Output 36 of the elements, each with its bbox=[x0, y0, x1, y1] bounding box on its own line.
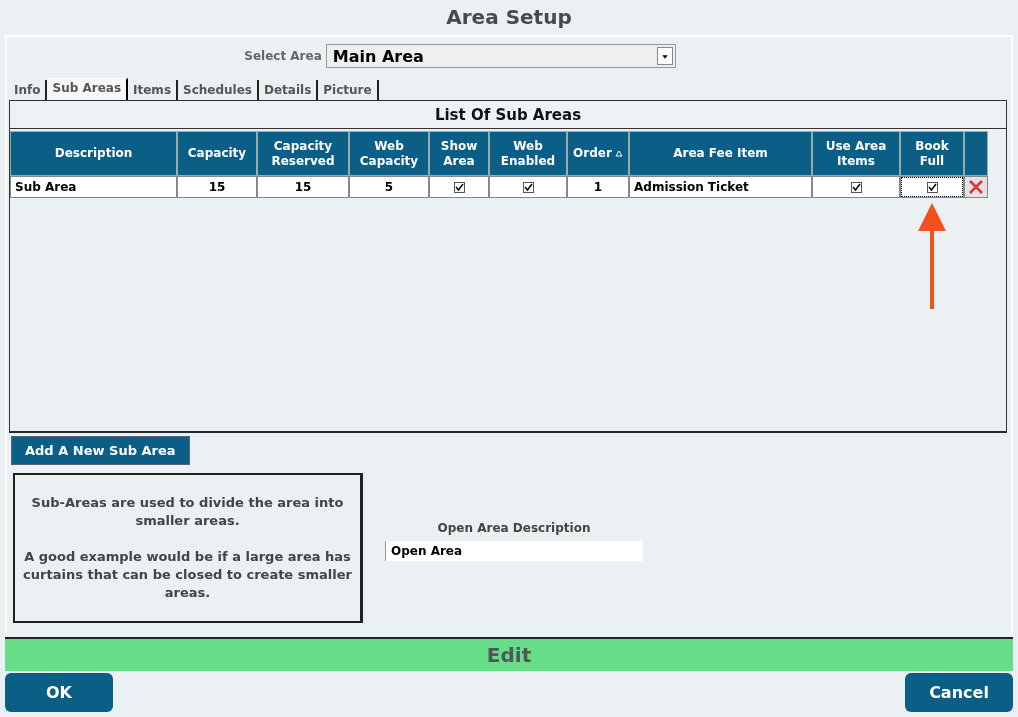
open-area-field[interactable]: Open Area bbox=[385, 541, 643, 561]
tab[interactable]: Sub Areas bbox=[47, 78, 129, 100]
column-header[interactable]: Order bbox=[567, 131, 629, 176]
checkbox[interactable] bbox=[522, 181, 534, 193]
table-cell: Admission Ticket bbox=[629, 176, 812, 198]
field-label: Open Area Description bbox=[437, 521, 591, 535]
column-header[interactable]: Capacity Reserved bbox=[257, 131, 349, 176]
table-cell: 1 bbox=[567, 176, 629, 198]
mode-bar: Edit bbox=[5, 637, 1013, 671]
close-icon bbox=[968, 179, 984, 195]
column-header[interactable]: Capacity bbox=[177, 131, 257, 176]
column-header[interactable]: Web Capacity bbox=[349, 131, 429, 176]
select-area-label: Select Area bbox=[244, 49, 322, 63]
table-cell: Sub Area bbox=[10, 176, 177, 198]
delete-button[interactable] bbox=[964, 176, 988, 198]
table-cell: 5 bbox=[349, 176, 429, 198]
cancel-button[interactable]: Cancel bbox=[905, 673, 1013, 712]
column-header[interactable]: Book Full bbox=[900, 131, 964, 176]
column-header[interactable]: Use Area Items bbox=[812, 131, 900, 176]
area-dropdown[interactable]: Main Area bbox=[325, 44, 676, 68]
help-text: Sub-Areas are used to divide the area into smaller areas. bbox=[30, 494, 345, 530]
ok-button[interactable]: OK bbox=[5, 673, 113, 712]
checkbox[interactable] bbox=[926, 181, 938, 193]
caret-icon bbox=[656, 47, 673, 65]
column-header bbox=[964, 131, 988, 176]
window-title: Area Setup bbox=[445, 4, 573, 31]
column-header[interactable]: Show Area bbox=[429, 131, 489, 176]
column-header[interactable]: Description bbox=[10, 131, 177, 176]
column-header[interactable]: Web Enabled bbox=[489, 131, 567, 176]
table-cell: 15 bbox=[257, 176, 349, 198]
column-header[interactable]: Area Fee Item bbox=[629, 131, 812, 176]
checkbox[interactable] bbox=[453, 181, 465, 193]
help-text: A good example would be if a large area has curtains that can be closed to create smaller areas. bbox=[23, 548, 352, 602]
table-cell: 15 bbox=[177, 176, 257, 198]
checkbox[interactable] bbox=[850, 181, 862, 193]
add-sub-area-button[interactable]: Add A New Sub Area bbox=[11, 436, 190, 465]
